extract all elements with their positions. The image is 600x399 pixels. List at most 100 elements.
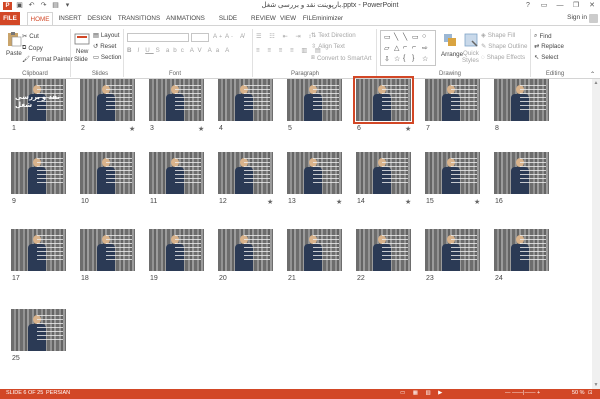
quick-styles-label-2[interactable]: Styles [462, 57, 479, 64]
animation-star-icon[interactable]: ★ [267, 198, 273, 206]
shapes-gallery[interactable]: ▭ ╲ ╲ ▭ ○ ▱ △ ⌐ ⌐ ⇨ ⇩ ☆{} ☆ [380, 30, 436, 66]
animation-star-icon[interactable]: ★ [474, 198, 480, 206]
grow-font-icon[interactable]: A + [213, 33, 222, 40]
slide-thumbnail[interactable] [149, 152, 204, 194]
slide-thumbnail[interactable] [80, 152, 135, 194]
customize-icon[interactable]: ▾ [63, 1, 72, 10]
tab-design[interactable]: DESIGN [87, 12, 112, 25]
font-size-select[interactable] [191, 33, 209, 42]
slide-thumbnail[interactable] [287, 152, 342, 194]
zoom-slider[interactable]: — ——|—— + [505, 390, 540, 396]
redo-icon[interactable]: ↷ [39, 1, 48, 10]
format-painter-button[interactable]: 🖌 Format Painter [22, 55, 73, 64]
new-slide-icon[interactable] [74, 31, 90, 47]
slide-thumbnail[interactable] [218, 152, 273, 194]
slide-thumbnail[interactable] [425, 152, 480, 194]
animation-star-icon[interactable]: ★ [405, 125, 411, 133]
select-button[interactable]: ↖ Select [534, 54, 558, 61]
tab-insert[interactable]: INSERT [58, 12, 82, 25]
restore-icon[interactable]: ❐ [568, 0, 584, 11]
group-label-clipboard: Clipboard [22, 71, 48, 77]
fit-window-icon[interactable]: ⊡ [588, 390, 593, 396]
section-button[interactable]: ▭ Section [93, 54, 122, 61]
slide-thumbnail[interactable] [149, 229, 204, 271]
slide-thumbnail[interactable] [287, 229, 342, 271]
new-slide-label-2[interactable]: Slide [74, 56, 88, 63]
shrink-font-icon[interactable]: A- [225, 33, 233, 40]
font-style-buttons[interactable]: B I U Sabc AV Aa A [127, 47, 233, 54]
slide-thumbnail[interactable] [218, 79, 273, 121]
shape-effects-button[interactable]: ◌ Shape Effects [481, 54, 525, 61]
shape-fill-button[interactable]: ◈ Shape Fill [481, 32, 515, 39]
align-text-button[interactable]: ⇳ Align Text [311, 43, 345, 50]
slide-thumbnail[interactable] [149, 79, 204, 121]
list-buttons[interactable]: ☰ ☷ ⇤ ⇥ ↕ [256, 33, 314, 40]
font-name-select[interactable] [127, 33, 189, 42]
quick-styles-icon[interactable] [463, 32, 479, 48]
tab-file[interactable]: FILE [0, 12, 20, 25]
start-from-beginning-icon[interactable]: ▤ [51, 1, 60, 10]
tab-view[interactable]: VIEW [279, 12, 297, 25]
binoculars-icon: ⌕ [534, 32, 538, 39]
slide-thumbnail[interactable] [494, 79, 549, 121]
slide-thumbnail[interactable] [80, 79, 135, 121]
reset-button[interactable]: ↺ Reset [93, 43, 116, 50]
slide-thumbnail[interactable] [11, 229, 66, 271]
quick-styles-label[interactable]: Quick [463, 50, 479, 57]
animation-star-icon[interactable]: ★ [405, 198, 411, 206]
tab-fileminimizer[interactable]: FILEminimizer [302, 12, 344, 25]
ribbon-display-icon[interactable]: ▭ [536, 0, 552, 11]
help-icon[interactable]: ? [520, 0, 536, 11]
save-icon[interactable]: ▣ [15, 1, 24, 10]
text-direction-button[interactable]: ⇅ Text Direction [311, 32, 356, 39]
slide-number: 6 [357, 125, 361, 132]
copy-button[interactable]: ⧉ Copy [22, 44, 43, 52]
slide-thumbnail[interactable] [356, 229, 411, 271]
paste-button[interactable]: Paste [6, 50, 22, 57]
shape-outline-button[interactable]: ✎ Shape Outline [481, 43, 527, 50]
clear-format-icon[interactable]: A̸ [240, 33, 244, 40]
cut-button[interactable]: ✂ Cut [22, 33, 39, 40]
tab-animations[interactable]: ANIMATIONS [165, 12, 206, 25]
slide-thumbnail[interactable] [356, 152, 411, 194]
effects-icon: ◌ [481, 54, 485, 61]
arrange-button[interactable]: Arrange [441, 51, 463, 58]
slide-thumbnail[interactable] [425, 79, 480, 121]
slide-thumbnail[interactable] [425, 229, 480, 271]
view-buttons[interactable]: ▭ ▦ ▥ ▶ [400, 390, 445, 396]
slide-thumbnail[interactable] [218, 229, 273, 271]
slide-thumbnail[interactable] [353, 76, 414, 124]
slide-thumbnail[interactable] [11, 309, 66, 351]
minimize-icon[interactable]: — [552, 0, 568, 11]
animation-star-icon[interactable]: ★ [198, 125, 204, 133]
vertical-scrollbar[interactable]: ▲ ▼ [592, 79, 600, 389]
close-icon[interactable]: ✕ [584, 0, 600, 11]
group-label-slides: Slides [91, 71, 109, 77]
slide-thumbnail[interactable] [287, 79, 342, 121]
slide-thumbnail[interactable]: نقد و بررسی شغل [11, 79, 66, 121]
scroll-down-icon[interactable]: ▼ [592, 381, 600, 389]
convert-smartart-button[interactable]: ⧈ Convert to SmartArt [311, 54, 372, 62]
scroll-up-icon[interactable]: ▲ [592, 79, 600, 87]
tab-slide-show[interactable]: SLIDE SHOW [210, 12, 246, 35]
paste-icon[interactable] [6, 31, 22, 47]
new-slide-label[interactable]: New [76, 48, 88, 55]
slide-thumbnail[interactable] [494, 152, 549, 194]
animation-star-icon[interactable]: ★ [336, 198, 342, 206]
find-button[interactable]: ⌕ Find [534, 32, 552, 40]
layout-button[interactable]: ▤ Layout [93, 32, 119, 39]
slide-thumbnail[interactable] [11, 152, 66, 194]
sign-in-link[interactable]: Sign in [567, 14, 587, 21]
arrange-icon[interactable] [442, 32, 458, 48]
tab-transitions[interactable]: TRANSITIONS [117, 12, 161, 25]
replace-button[interactable]: ⇄ Replace [534, 43, 564, 50]
tab-review[interactable]: REVIEW [251, 12, 276, 25]
undo-icon[interactable]: ↶ [27, 1, 36, 10]
avatar[interactable] [589, 14, 598, 23]
slide-thumbnail[interactable] [80, 229, 135, 271]
collapse-ribbon-icon[interactable]: ⌃ [590, 71, 595, 78]
tab-home[interactable]: HOME [27, 12, 53, 25]
zoom-level[interactable]: 50 % [572, 390, 585, 396]
animation-star-icon[interactable]: ★ [129, 125, 135, 133]
slide-thumbnail[interactable] [494, 229, 549, 271]
